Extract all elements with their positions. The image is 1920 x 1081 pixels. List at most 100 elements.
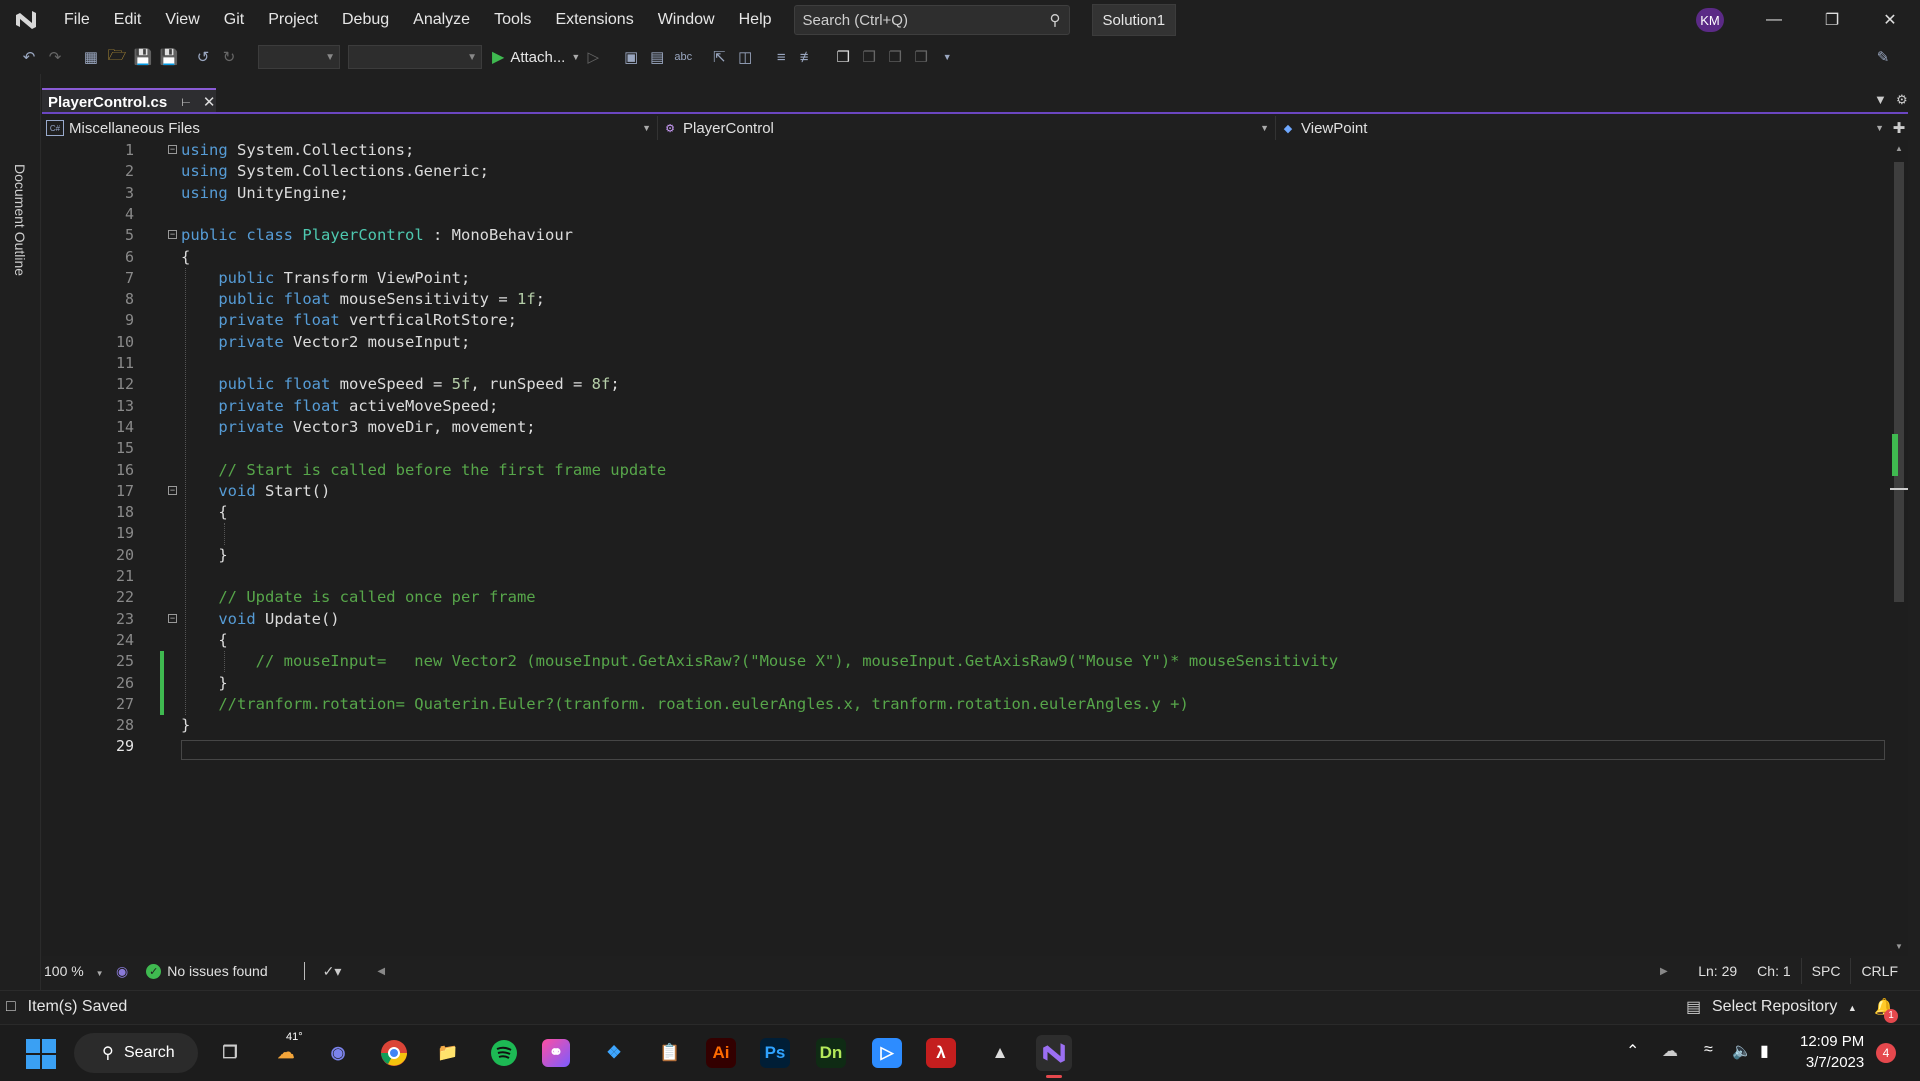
scroll-down-icon[interactable]: ▼ bbox=[1895, 942, 1903, 951]
new-project-icon[interactable]: ▦ bbox=[78, 44, 104, 70]
teams-chat-icon[interactable]: ◉ bbox=[320, 1035, 356, 1071]
code-line[interactable]: 22 // Update is called once per frame bbox=[42, 587, 1890, 608]
code-line[interactable]: 13 private float activeMoveSpeed; bbox=[42, 396, 1890, 417]
code-line[interactable]: 29 bbox=[42, 736, 1890, 757]
line-indicator[interactable]: Ln: 29 bbox=[1688, 958, 1747, 984]
code-line[interactable]: 10 private Vector2 mouseInput; bbox=[42, 332, 1890, 353]
code-line[interactable]: 12 public float moveSpeed = 5f, runSpeed… bbox=[42, 374, 1890, 395]
redo-icon[interactable]: ↻ bbox=[216, 44, 242, 70]
menu-window[interactable]: Window bbox=[646, 0, 727, 40]
file-explorer-icon[interactable]: 📁 bbox=[430, 1035, 466, 1071]
code-line[interactable]: 21 bbox=[42, 566, 1890, 587]
save-icon[interactable]: 💾 bbox=[130, 44, 156, 70]
photoshop-icon[interactable]: Ps bbox=[760, 1038, 790, 1068]
char-indicator[interactable]: Ch: 1 bbox=[1747, 958, 1800, 984]
issues-label[interactable]: No issues found bbox=[167, 963, 267, 979]
code-line[interactable]: 3 using UnityEngine; bbox=[42, 183, 1890, 204]
copilot-icon[interactable]: ◉ bbox=[116, 963, 128, 980]
hidden-icons-chevron-icon[interactable]: ⌃ bbox=[1626, 1041, 1639, 1061]
code-line[interactable]: 8 public float mouseSensitivity = 1f; bbox=[42, 289, 1890, 310]
creative-cloud-icon[interactable]: ⚭ bbox=[542, 1039, 570, 1067]
avatar[interactable]: KM bbox=[1696, 8, 1724, 32]
whitespace-indicator[interactable]: SPC bbox=[1800, 958, 1851, 984]
code-line[interactable]: 5 − public class PlayerControl : MonoBehav… bbox=[42, 225, 1890, 246]
zoom-dropdown[interactable]: 100 % ▼ bbox=[42, 963, 108, 979]
code-line[interactable]: 17 − void Start() bbox=[42, 481, 1890, 502]
output-icon[interactable]: □ bbox=[6, 998, 16, 1016]
open-folder-icon[interactable]: 🗁 bbox=[104, 44, 130, 70]
pin-icon[interactable]: ⊢ bbox=[181, 96, 191, 109]
tab-list-dropdown-icon[interactable]: ▼ bbox=[1874, 92, 1887, 107]
scroll-up-icon[interactable]: ▲ bbox=[1895, 144, 1903, 153]
collapse-icon[interactable]: − bbox=[168, 230, 177, 240]
menu-tools[interactable]: Tools bbox=[482, 0, 543, 40]
menu-git[interactable]: Git bbox=[212, 0, 256, 40]
menu-project[interactable]: Project bbox=[256, 0, 330, 40]
scroll-left-icon[interactable]: ◀ bbox=[377, 966, 385, 977]
zoom-icon[interactable]: ▷ bbox=[872, 1038, 902, 1068]
browse-icon[interactable]: ▣ bbox=[618, 44, 644, 70]
code-line[interactable]: 15 bbox=[42, 438, 1890, 459]
member-dropdown[interactable]: ◆ ViewPoint ▼ bbox=[1276, 116, 1890, 140]
menu-help[interactable]: Help bbox=[727, 0, 784, 40]
code-line[interactable]: 20 } bbox=[42, 545, 1890, 566]
collapse-icon[interactable]: − bbox=[168, 145, 177, 154]
code-line[interactable]: 23 − void Update() bbox=[42, 609, 1890, 630]
document-outline-tab[interactable]: Document Outline bbox=[12, 164, 28, 276]
code-line[interactable]: 14 private Vector3 moveDir, movement; bbox=[42, 417, 1890, 438]
onedrive-icon[interactable]: ☁ bbox=[1662, 1041, 1678, 1061]
toolbar-overflow-icon[interactable]: ▼ bbox=[934, 44, 960, 70]
menu-edit[interactable]: Edit bbox=[102, 0, 154, 40]
code-cleanup-icon[interactable]: ✓▾ bbox=[323, 963, 342, 980]
visual-studio-taskbar-icon[interactable] bbox=[1036, 1035, 1072, 1071]
code-line[interactable]: 19 bbox=[42, 523, 1890, 544]
search-input[interactable]: Search (Ctrl+Q) ⚲ bbox=[793, 5, 1070, 35]
volume-icon[interactable]: 🔈 bbox=[1732, 1041, 1752, 1061]
menu-extensions[interactable]: Extensions bbox=[543, 0, 645, 40]
code-line[interactable]: 27 //tranform.rotation= Quaterin.Euler?(… bbox=[42, 694, 1890, 715]
spellcheck-icon[interactable]: abc bbox=[670, 44, 696, 70]
menu-debug[interactable]: Debug bbox=[330, 0, 401, 40]
code-line[interactable]: 16 // Start is called before the first f… bbox=[42, 460, 1890, 481]
undo-icon[interactable]: ↺ bbox=[190, 44, 216, 70]
uncomment-icon[interactable]: ≢ bbox=[794, 44, 820, 70]
restore-icon[interactable]: ❐ bbox=[1804, 0, 1860, 40]
tab-playercontrol[interactable]: PlayerControl.cs ⊢ ✕ bbox=[42, 88, 216, 114]
task-view-icon[interactable]: ❐ bbox=[212, 1035, 248, 1071]
illustrator-icon[interactable]: Ai bbox=[706, 1038, 736, 1068]
spotify-icon[interactable] bbox=[486, 1035, 522, 1071]
back-icon[interactable]: ↶ bbox=[16, 44, 42, 70]
code-line[interactable]: 9 private float vertficalRotStore; bbox=[42, 310, 1890, 331]
chrome-icon[interactable] bbox=[376, 1035, 412, 1071]
unity-icon[interactable]: ▲ bbox=[982, 1035, 1018, 1071]
battery-icon[interactable]: ▮ bbox=[1760, 1041, 1769, 1061]
select-icon[interactable]: ⇱ bbox=[706, 44, 732, 70]
code-line[interactable]: 7 public Transform ViewPoint; bbox=[42, 268, 1890, 289]
bookmark-icon[interactable]: ❒ bbox=[830, 44, 856, 70]
wifi-icon[interactable]: ≈ bbox=[1704, 1041, 1713, 1059]
project-dropdown[interactable]: C# Miscellaneous Files ▼ bbox=[42, 116, 658, 140]
configuration-dropdown[interactable]: ▼ bbox=[258, 45, 340, 69]
clear-bookmarks-icon[interactable]: ❒ bbox=[908, 44, 934, 70]
settings-gear-icon[interactable]: ⚙ bbox=[1896, 92, 1908, 108]
code-line[interactable]: 25 // mouseInput= new Vector2 (mouseInpu… bbox=[42, 651, 1890, 672]
comment-icon[interactable]: ≡ bbox=[768, 44, 794, 70]
menu-file[interactable]: File bbox=[52, 0, 102, 40]
collapse-icon[interactable]: − bbox=[168, 485, 177, 495]
compass-app-icon[interactable]: ❖ bbox=[596, 1035, 632, 1071]
split-icon[interactable]: ✚ bbox=[1890, 116, 1908, 140]
notes-icon[interactable]: 📋 bbox=[652, 1035, 688, 1071]
type-dropdown[interactable]: ⚙ PlayerControl ▼ bbox=[658, 116, 1276, 140]
platform-dropdown[interactable]: ▼ bbox=[348, 45, 482, 69]
windows-start-icon[interactable] bbox=[26, 1039, 56, 1069]
code-line[interactable]: 4 bbox=[42, 204, 1890, 225]
menu-analyze[interactable]: Analyze bbox=[401, 0, 482, 40]
vertical-scrollbar[interactable]: ▲ ▼ bbox=[1890, 140, 1908, 956]
feedback-icon[interactable]: ✎ bbox=[1870, 44, 1896, 70]
notification-count-badge[interactable]: 4 bbox=[1876, 1043, 1896, 1063]
attach-button[interactable]: ▶ Attach... ▼ bbox=[492, 47, 580, 67]
acrobat-icon[interactable]: λ bbox=[926, 1038, 956, 1068]
collapse-icon[interactable]: − bbox=[168, 613, 177, 623]
minimize-icon[interactable]: — bbox=[1746, 0, 1802, 40]
scroll-right-icon[interactable]: ▶ bbox=[1660, 966, 1668, 977]
